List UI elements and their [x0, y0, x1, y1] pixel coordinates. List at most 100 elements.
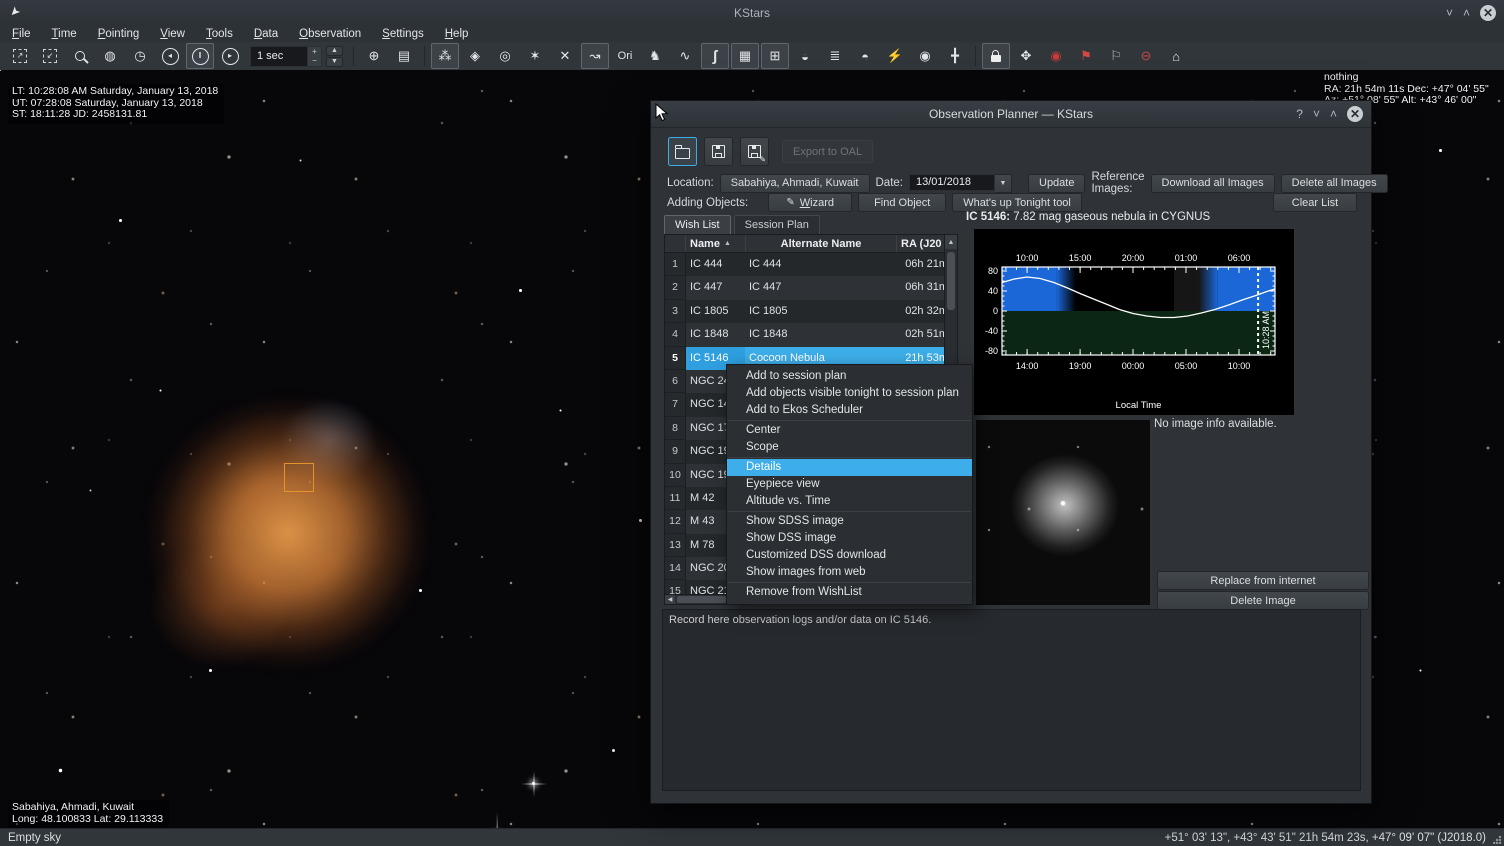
decrease-icon[interactable]: − [308, 56, 321, 66]
set-time-icon[interactable]: ◷ [126, 43, 154, 69]
time-step-steppers[interactable]: +− [308, 46, 322, 67]
cell-num[interactable]: 12 [665, 510, 686, 533]
time-step-unit-arrows[interactable]: ▲▼ [326, 46, 343, 67]
toggle-planets-icon[interactable]: ✶ [521, 43, 549, 69]
delete-all-images-button[interactable]: Delete all Images [1281, 174, 1388, 193]
increase-icon[interactable]: + [308, 47, 321, 57]
tab-session-plan[interactable]: Session Plan [734, 215, 820, 234]
cell-num[interactable]: 5 [665, 347, 686, 370]
unit-down-icon[interactable]: ▼ [326, 57, 343, 67]
context-menu-item-show-dss-image[interactable]: Show DSS image [727, 530, 972, 547]
pointing-focus-icon[interactable]: ⊕ [360, 43, 388, 69]
eyepiece-view-icon[interactable]: ◉ [911, 43, 939, 69]
header-name[interactable]: Name▲ [686, 235, 746, 252]
time-step-value[interactable]: 1 sec [250, 46, 308, 67]
context-menu-item-show-sdss-image[interactable]: Show SDSS image [727, 513, 972, 530]
step-backward-icon[interactable]: ◂ [156, 43, 184, 69]
cell-num[interactable]: 4 [665, 323, 686, 346]
set-geographic-location-icon[interactable]: ◍ [96, 43, 124, 69]
delete-image-button[interactable]: Delete Image [1157, 591, 1369, 610]
find-object-button[interactable]: Find Object [858, 193, 946, 212]
cell-num[interactable]: 2 [665, 276, 686, 299]
horizontal-scrollbar[interactable]: ◀ [665, 594, 728, 604]
cell-num[interactable]: 10 [665, 464, 686, 487]
clear-list-button[interactable]: Clear List [1273, 193, 1357, 212]
table-header[interactable]: Name▲ Alternate Name RA (J20 [665, 235, 957, 253]
toggle-constellation-lines-icon[interactable]: ∿ [671, 43, 699, 69]
cell-alt[interactable]: IC 1848 [745, 323, 899, 346]
cell-name[interactable]: IC 447 [686, 276, 745, 299]
date-field[interactable]: 13/01/2018 [909, 174, 995, 191]
context-menu-item-details[interactable]: Details [727, 459, 972, 476]
menu-file[interactable]: File [12, 28, 31, 40]
cell-num[interactable]: 3 [665, 300, 686, 323]
table-row[interactable]: 1IC 444IC 44406h 21m [665, 253, 957, 276]
maximize-icon[interactable]: ˄ [1463, 4, 1470, 22]
menu-pointing[interactable]: Pointing [98, 28, 140, 40]
pause-simulation-icon[interactable]: ‖ [186, 43, 214, 69]
toggle-galaxies-icon[interactable]: ◎ [491, 43, 519, 69]
zoom-in-view-icon[interactable]: ↗ [6, 43, 34, 69]
header-ra[interactable]: RA (J20 [897, 235, 945, 252]
minimize-icon[interactable]: ˅ [1446, 4, 1453, 22]
context-menu-item-scope[interactable]: Scope [727, 439, 972, 456]
update-button[interactable]: Update [1028, 174, 1085, 193]
menu-view[interactable]: View [160, 28, 185, 40]
download-all-images-button[interactable]: Download all Images [1151, 174, 1275, 193]
zoom-out-view-icon[interactable]: ↙ [36, 43, 64, 69]
find-object-icon[interactable] [66, 43, 94, 69]
scroll-left-icon[interactable]: ◀ [665, 595, 675, 604]
help-icon[interactable]: ? [1296, 105, 1303, 123]
cell-num[interactable]: 14 [665, 557, 686, 580]
cell-num[interactable]: 1 [665, 253, 686, 276]
context-menu-item-customized-dss-download[interactable]: Customized DSS download [727, 547, 972, 564]
lock-position-icon[interactable] [982, 43, 1010, 69]
resize-grip-icon[interactable] [1493, 835, 1502, 844]
menu-time[interactable]: Time [52, 28, 77, 40]
list-sky-flags-icon[interactable]: ≣ [821, 43, 849, 69]
ekos-icon[interactable]: ✥ [1012, 43, 1040, 69]
header-alternate-name[interactable]: Alternate Name [746, 235, 897, 252]
tab-wish-list[interactable]: Wish List [664, 215, 731, 234]
menu-settings[interactable]: Settings [382, 28, 424, 40]
cell-num[interactable]: 6 [665, 370, 686, 393]
capture-sky-image-icon[interactable]: ▤ [390, 43, 418, 69]
context-menu-item-add-objects-visible-tonight-to-session-plan[interactable]: Add objects visible tonight to session p… [727, 385, 972, 402]
export-oal-button[interactable]: Export to OAL [782, 140, 873, 163]
toggle-constellation-names-icon[interactable]: Ori [611, 43, 639, 69]
replace-from-internet-button[interactable]: Replace from internet [1157, 571, 1369, 590]
indi-capture-icon[interactable]: ◉ [1042, 43, 1070, 69]
toggle-supernovae-icon[interactable]: ⚡ [881, 43, 909, 69]
telescope-crosshair-icon[interactable]: ╋ [941, 43, 969, 69]
toggle-equatorial-grid-icon[interactable]: ⊞ [761, 43, 789, 69]
context-menu-item-add-to-ekos-scheduler[interactable]: Add to Ekos Scheduler [727, 402, 972, 419]
table-row[interactable]: 3IC 1805IC 180502h 32m [665, 300, 957, 323]
context-menu-item-show-images-from-web[interactable]: Show images from web [727, 564, 972, 581]
cell-num[interactable]: 8 [665, 417, 686, 440]
toggle-constellation-art-icon[interactable]: ♞ [641, 43, 669, 69]
context-menu-item-remove-from-wishlist[interactable]: Remove from WishList [727, 584, 972, 601]
whats-up-tonight-button[interactable]: What's up Tonight tool [952, 193, 1082, 212]
cell-alt[interactable]: IC 447 [745, 276, 899, 299]
observation-log-textarea[interactable]: Record here observation logs and/or data… [662, 609, 1361, 791]
date-dropdown-icon[interactable]: ▼ [995, 174, 1012, 193]
toggle-stars-icon[interactable]: ⁂ [431, 43, 459, 69]
toggle-horizon-icon[interactable]: ◒ [791, 43, 819, 69]
table-row[interactable]: 4IC 1848IC 184802h 51m [665, 323, 957, 346]
cell-num[interactable]: 9 [665, 440, 686, 463]
menu-observation[interactable]: Observation [299, 28, 361, 40]
cell-alt[interactable]: IC 1805 [745, 300, 899, 323]
step-forward-icon[interactable]: ▸ [216, 43, 244, 69]
menu-help[interactable]: Help [445, 28, 469, 40]
toggle-deep-sky-objects-icon[interactable]: ◈ [461, 43, 489, 69]
cell-alt[interactable]: IC 444 [745, 253, 899, 276]
cell-name[interactable]: IC 444 [686, 253, 745, 276]
disconnect-icon[interactable]: ⊖ [1132, 43, 1160, 69]
location-value-button[interactable]: Sabahiya, Ahmadi, Kuwait [720, 174, 870, 193]
cell-name[interactable]: IC 1805 [686, 300, 745, 323]
save-list-as-button[interactable]: ✎ [740, 137, 769, 166]
time-step-spinbox[interactable]: 1 sec+−▲▼ [250, 46, 343, 67]
add-flag-icon[interactable]: ⚑ [1072, 43, 1100, 69]
scroll-up-icon[interactable]: ▲ [945, 235, 957, 249]
context-menu-item-altitude-vs-time[interactable]: Altitude vs. Time [727, 493, 972, 510]
